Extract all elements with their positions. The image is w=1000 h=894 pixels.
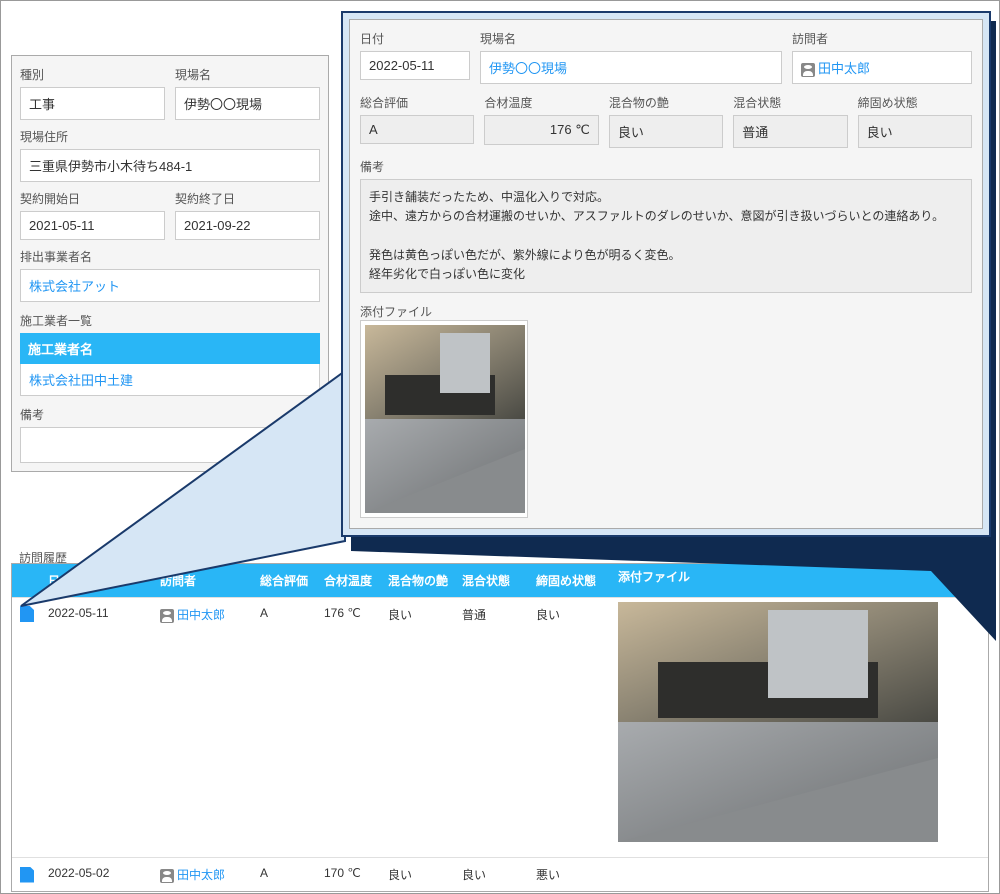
detail-visitor-link[interactable]: 田中太郎 (792, 51, 972, 84)
detail-remarks-label: 備考 (360, 158, 972, 175)
emitter-link[interactable]: 株式会社アット (20, 269, 320, 302)
contractors-section-label: 施工業者一覧 (20, 312, 320, 329)
doc-icon[interactable] (20, 867, 34, 883)
row1-visitor[interactable]: 田中太郎 (154, 858, 254, 891)
temp-label: 合材温度 (484, 94, 598, 111)
row1-comp: 悪い (530, 858, 614, 891)
emitter-label: 排出事業者名 (20, 248, 320, 265)
mix-label: 混合状態 (733, 94, 847, 111)
attachment-thumb-1[interactable] (365, 325, 525, 419)
table-row[interactable]: 2022-05-02 田中太郎 A 170 ℃ 良い 良い 悪い (12, 857, 988, 891)
address-value: 三重県伊勢市小木待ち484-1 (20, 149, 320, 182)
type-label: 種別 (20, 66, 165, 83)
detail-site-label: 現場名 (480, 30, 782, 47)
attach-label: 添付ファイル (360, 305, 432, 319)
end-date-label: 契約終了日 (175, 190, 320, 207)
callout-wedge (15, 371, 355, 611)
row1-date: 2022-05-02 (42, 858, 154, 891)
gloss-value: 良い (609, 115, 723, 148)
detail-site-link[interactable]: 伊勢〇〇現場 (480, 51, 782, 84)
detail-visitor-label: 訪問者 (792, 30, 972, 47)
person-icon (801, 63, 815, 77)
row1-gloss: 良い (382, 858, 456, 891)
row1-temp: 170 ℃ (318, 858, 382, 891)
attachment-strip (360, 320, 528, 518)
site-value: 伊勢〇〇現場 (175, 87, 320, 120)
detail-visitor-name: 田中太郎 (818, 61, 870, 76)
eval-value: A (360, 115, 474, 144)
row1-eval: A (254, 858, 318, 891)
attachment-thumb-2[interactable] (365, 419, 525, 513)
visit-detail-popup: 日付 2022-05-11 現場名 伊勢〇〇現場 訪問者 田中太郎 総合評価 A… (341, 11, 991, 537)
contractors-header: 施工業者名 (20, 333, 320, 364)
compaction-value: 良い (858, 115, 972, 148)
row1-mix: 良い (456, 858, 530, 891)
site-label: 現場名 (175, 66, 320, 83)
address-label: 現場住所 (20, 128, 320, 145)
detail-remarks-text: 手引き舗装だったため、中温化入りで対応。 途中、遠方からの合材運搬のせいか、アス… (360, 179, 972, 293)
person-icon (160, 869, 174, 883)
start-date-value: 2021-05-11 (20, 211, 165, 240)
start-date-label: 契約開始日 (20, 190, 165, 207)
type-value: 工事 (20, 87, 165, 120)
row0-attach-2[interactable] (618, 722, 938, 842)
compaction-label: 締固め状態 (858, 94, 972, 111)
gloss-label: 混合物の艶 (609, 94, 723, 111)
mix-value: 普通 (733, 115, 847, 148)
temp-value: 176 ℃ (484, 115, 598, 145)
detail-date-label: 日付 (360, 30, 470, 47)
end-date-value: 2021-09-22 (175, 211, 320, 240)
eval-label: 総合評価 (360, 94, 474, 111)
detail-date-value: 2022-05-11 (360, 51, 470, 80)
